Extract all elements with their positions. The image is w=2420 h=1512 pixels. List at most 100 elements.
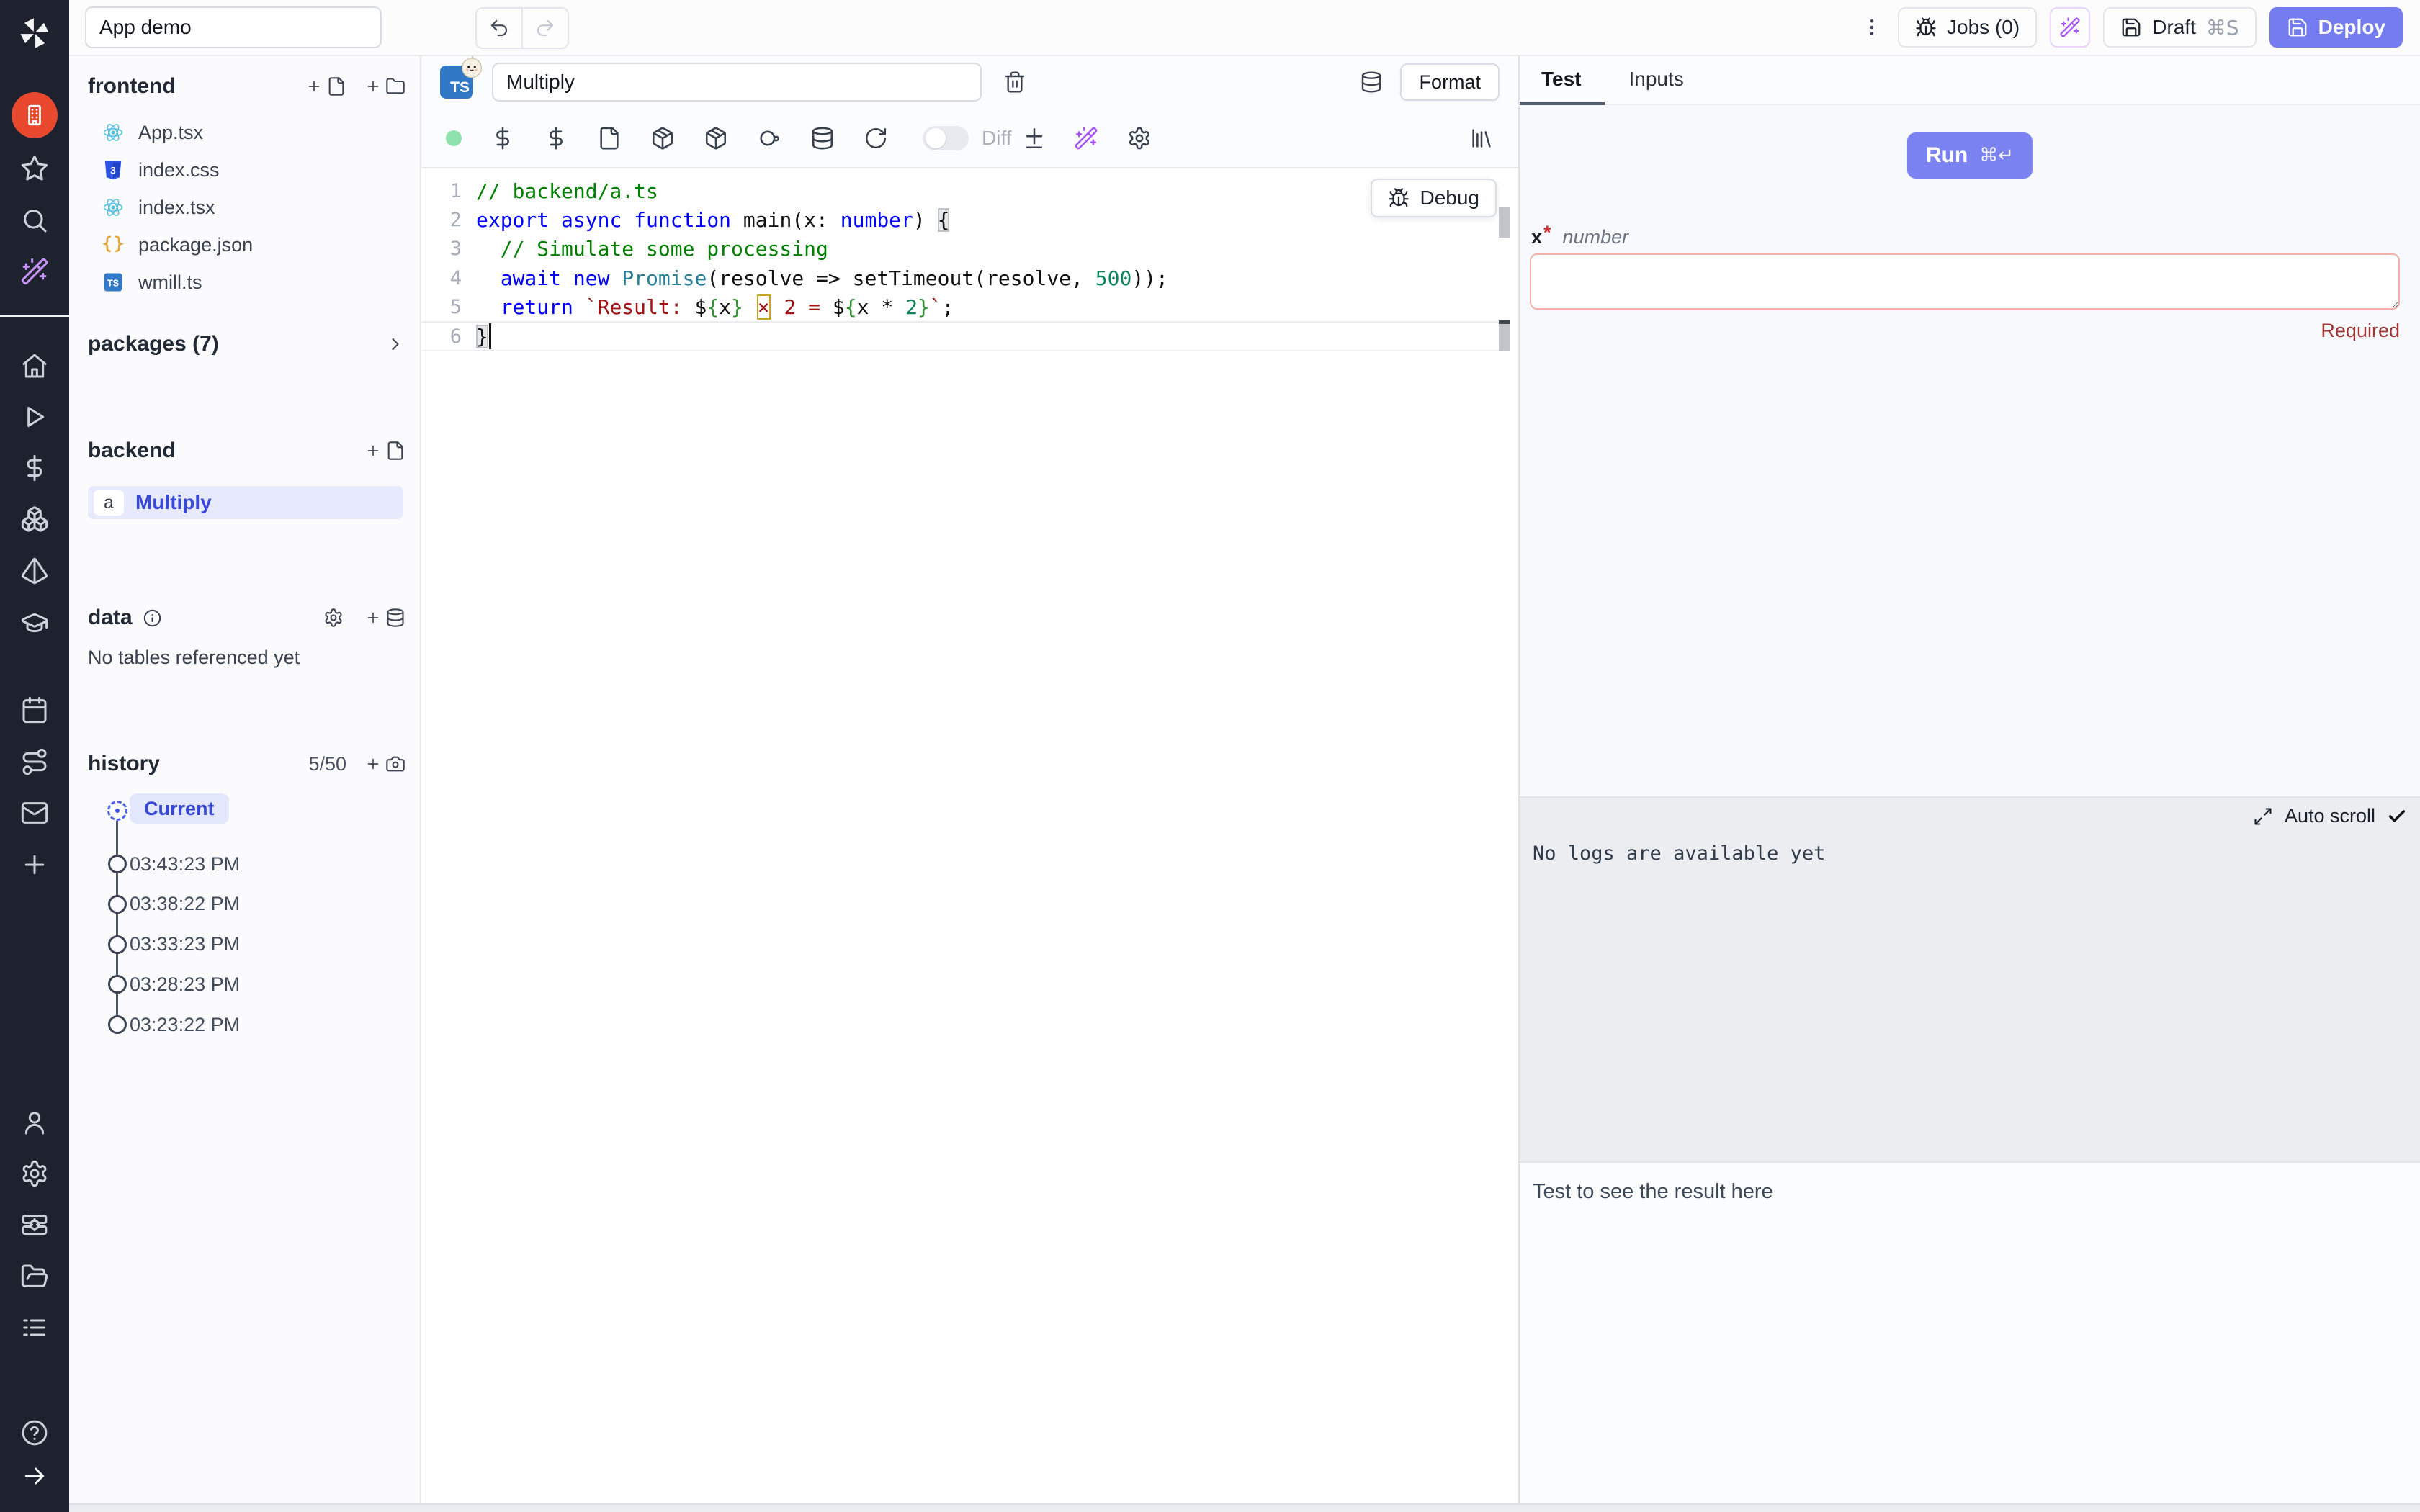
- diff-plusminus-icon[interactable]: [1022, 126, 1047, 150]
- history-timestamp[interactable]: 03:38:22 PM: [130, 890, 240, 919]
- database-icon[interactable]: [810, 126, 835, 150]
- draft-button[interactable]: Draft ⌘S: [2103, 7, 2256, 48]
- audit-list-icon[interactable]: [20, 1313, 49, 1342]
- refresh-icon[interactable]: [864, 126, 888, 150]
- key-icon[interactable]: [757, 126, 781, 150]
- code-line[interactable]: 4 await new Promise(resolve => setTimeou…: [421, 264, 1497, 293]
- add-file-button[interactable]: [306, 76, 346, 96]
- history-section-header: history 5/50: [88, 748, 405, 780]
- expand-logs-icon[interactable]: [2253, 806, 2273, 827]
- schedules-calendar-icon[interactable]: [20, 696, 49, 724]
- content-file-icon[interactable]: [597, 126, 622, 150]
- format-button[interactable]: Format: [1400, 63, 1500, 101]
- workers-icon[interactable]: [20, 1210, 49, 1239]
- user-icon[interactable]: [20, 1108, 49, 1137]
- code-line[interactable]: 1// backend/a.ts: [421, 177, 1497, 206]
- app-name-input[interactable]: [85, 6, 382, 48]
- scrollbar-handle[interactable]: [1499, 324, 1510, 351]
- expand-rail-arrow-icon[interactable]: [20, 1462, 49, 1490]
- learn-graduation-icon[interactable]: [20, 608, 49, 637]
- add-script-button[interactable]: [365, 441, 405, 461]
- more-menu-icon[interactable]: [1859, 7, 1885, 48]
- bottom-scrollbar-track[interactable]: [69, 1503, 2420, 1512]
- workspace-icon[interactable]: [12, 92, 58, 138]
- add-plus-icon[interactable]: [20, 850, 49, 879]
- camera-icon: [385, 754, 405, 774]
- favorites-star-icon[interactable]: [20, 154, 49, 183]
- data-settings-button[interactable]: [323, 608, 344, 628]
- code-line[interactable]: 6}: [421, 323, 1497, 351]
- history-point-circle[interactable]: [108, 1015, 127, 1034]
- history-timestamp[interactable]: 03:33:23 PM: [130, 930, 240, 959]
- explorer-panel: frontend App.tsx3index.cssindex.tsxpacka…: [69, 55, 421, 1505]
- undo-button[interactable]: [477, 9, 521, 48]
- settings-gear-icon[interactable]: [20, 1159, 49, 1188]
- file-item[interactable]: App.tsx: [88, 114, 405, 151]
- ai-wand-icon[interactable]: [1074, 126, 1098, 150]
- ai-wand-icon[interactable]: [20, 257, 49, 286]
- flows-route-icon[interactable]: [20, 747, 49, 776]
- history-current[interactable]: Current: [130, 793, 229, 824]
- x-number-input[interactable]: [1530, 253, 2400, 310]
- code-line[interactable]: 2export async function main(x: number) {: [421, 206, 1497, 235]
- tab-test[interactable]: Test: [1541, 68, 1582, 91]
- history-count: 5/50: [308, 753, 346, 775]
- pyramid-icon[interactable]: [20, 557, 49, 585]
- deploy-button[interactable]: Deploy: [2269, 7, 2403, 48]
- add-table-button[interactable]: [365, 608, 405, 628]
- history-point-circle[interactable]: [108, 935, 127, 954]
- monaco-code-area[interactable]: 1// backend/a.ts2export async function m…: [421, 168, 1518, 1499]
- code-line[interactable]: 3 // Simulate some processing: [421, 235, 1497, 264]
- editor-toolbar: Diff: [421, 109, 1518, 168]
- resources-boxes-icon[interactable]: [20, 505, 49, 534]
- backend-title: backend: [88, 438, 176, 463]
- debug-label: Debug: [1420, 186, 1479, 210]
- history-point-circle[interactable]: [108, 975, 127, 994]
- triggers-mail-icon[interactable]: [20, 798, 49, 827]
- package-icon[interactable]: [650, 126, 675, 150]
- jobs-button[interactable]: Jobs (0): [1898, 7, 2037, 48]
- packages-row[interactable]: packages (7): [88, 328, 405, 360]
- add-folder-button[interactable]: [365, 76, 405, 96]
- history-point-circle[interactable]: [108, 895, 127, 914]
- info-icon[interactable]: [143, 608, 162, 628]
- add-snapshot-button[interactable]: [365, 754, 405, 774]
- history-timestamp[interactable]: 03:23:22 PM: [130, 1010, 240, 1039]
- file-item[interactable]: 3index.css: [88, 151, 405, 189]
- script-name-input[interactable]: [492, 63, 982, 102]
- backend-script-multiply[interactable]: a Multiply: [88, 486, 403, 519]
- diff-toggle[interactable]: [923, 126, 969, 150]
- redo-button[interactable]: [521, 9, 568, 48]
- file-item[interactable]: package.json: [88, 226, 405, 264]
- windmill-logo-icon[interactable]: [16, 14, 53, 52]
- history-timestamp[interactable]: 03:28:23 PM: [130, 970, 240, 999]
- scrollbar-handle[interactable]: [1499, 207, 1510, 238]
- tab-inputs[interactable]: Inputs: [1629, 68, 1684, 91]
- line-number: 5: [421, 293, 462, 322]
- autoscroll-label: Auto scroll: [2285, 805, 2375, 827]
- delete-script-button[interactable]: [1003, 71, 1026, 94]
- library-icon[interactable]: [1469, 126, 1494, 150]
- history-timestamp[interactable]: 03:43:23 PM: [130, 850, 240, 878]
- run-button[interactable]: Run ⌘↵: [1907, 132, 2033, 179]
- runs-play-icon[interactable]: [20, 402, 49, 431]
- search-icon[interactable]: [20, 206, 49, 235]
- field-type: number: [1563, 226, 1629, 248]
- autoscroll-checkbox-checked-icon[interactable]: [2387, 806, 2407, 827]
- code-line-content: // backend/a.ts: [476, 177, 658, 206]
- path-dollar-icon[interactable]: [490, 126, 515, 150]
- home-icon[interactable]: [20, 351, 49, 380]
- package-icon[interactable]: [704, 126, 728, 150]
- help-icon[interactable]: [20, 1418, 49, 1447]
- file-item[interactable]: TSwmill.ts: [88, 264, 405, 301]
- editor-settings-gear-icon[interactable]: [1127, 126, 1152, 150]
- assets-database-button[interactable]: [1360, 71, 1383, 94]
- history-point-circle[interactable]: [108, 855, 127, 873]
- folders-icon[interactable]: [20, 1262, 49, 1291]
- code-line[interactable]: 5 return `Result: ${x} × 2 = ${x * 2}`;: [421, 293, 1497, 322]
- variables-dollar-icon[interactable]: [544, 126, 568, 150]
- variables-dollar-icon[interactable]: [20, 454, 49, 482]
- ai-assistant-button[interactable]: [2050, 7, 2090, 48]
- file-item[interactable]: index.tsx: [88, 189, 405, 226]
- debug-button[interactable]: Debug: [1371, 179, 1497, 217]
